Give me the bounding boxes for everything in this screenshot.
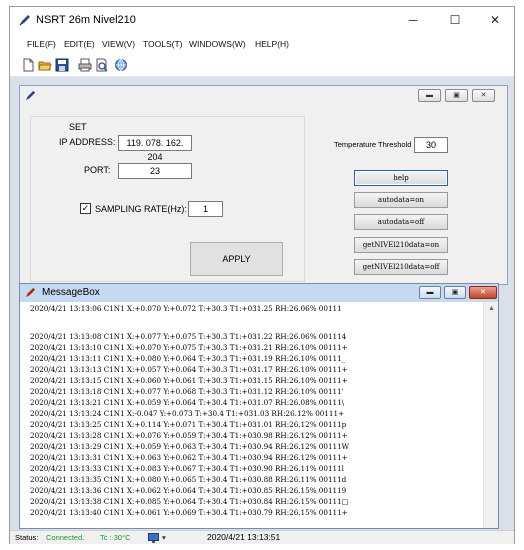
menu-view[interactable]: VIEW(V) bbox=[102, 39, 135, 49]
log-line: 2020/4/21 13:13:35 C1N1 X:+0.080 Y:+0.06… bbox=[30, 475, 347, 484]
apply-button[interactable]: APPLY bbox=[190, 242, 283, 276]
log-line: 2020/4/21 13:13:40 C1N1 X:+0.061 Y:+0.06… bbox=[30, 508, 348, 517]
message-log-scrollbar[interactable]: ▲ bbox=[483, 302, 498, 528]
log-line: 2020/4/21 13:13:13 C1N1 X:+0.057 Y:+0.06… bbox=[30, 365, 348, 374]
message-box-close-button[interactable]: ✕ bbox=[469, 286, 497, 299]
log-line: 2020/4/21 13:13:28 C1N1 X:+0.076 Y:+0.05… bbox=[30, 431, 348, 440]
log-line: 2020/4/21 13:13:33 C1N1 X:+0.083 Y:+0.06… bbox=[30, 464, 344, 473]
window-title: NSRT 26m Nivel210 bbox=[36, 14, 136, 26]
menu-help[interactable]: HELP(H) bbox=[255, 39, 289, 49]
menu-tools[interactable]: TOOLS(T) bbox=[143, 39, 183, 49]
log-line: 2020/4/21 13:13:29 C1N1 X:+0.059 Y:+0.06… bbox=[30, 442, 350, 451]
log-line: 2020/4/21 13:13:06 C1N1 X:+0.070 Y:+0.07… bbox=[30, 304, 342, 313]
minimize-button[interactable]: ─ bbox=[396, 9, 430, 31]
log-line: 2020/4/21 13:13:21 C1N1 X:+0.059 Y:+0.06… bbox=[30, 398, 345, 407]
print-icon[interactable] bbox=[78, 58, 92, 72]
message-log[interactable]: 2020/4/21 13:13:06 C1N1 X:+0.070 Y:+0.07… bbox=[20, 302, 483, 528]
log-line: 2020/4/21 13:13:18 C1N1 X:+0.077 Y:+0.06… bbox=[30, 387, 344, 396]
sampling-rate-input[interactable]: 1 bbox=[188, 201, 223, 217]
new-file-icon[interactable] bbox=[21, 58, 35, 72]
port-label: PORT: bbox=[84, 165, 111, 175]
log-line: 2020/4/21 13:13:15 C1N1 X:+0.060 Y:+0.06… bbox=[30, 376, 348, 385]
log-line: 2020/4/21 13:13:08 C1N1 X:+0.077 Y:+0.07… bbox=[30, 332, 347, 341]
help-button[interactable]: help bbox=[354, 170, 448, 186]
status-label: Status: bbox=[15, 533, 39, 542]
maximize-button[interactable]: ☐ bbox=[438, 9, 472, 31]
port-input[interactable]: 23 bbox=[118, 163, 192, 179]
ip-address-input[interactable]: 119. 078. 162. 204 bbox=[118, 135, 192, 162]
temperature-status: Tc : 30°C bbox=[100, 533, 131, 542]
app-window: NSRT 26m Nivel210 ─ ☐ ✕ FILE(F) EDIT(E) … bbox=[9, 6, 515, 544]
config-close-button[interactable]: ✕ bbox=[472, 89, 495, 102]
get-nivel-data-on-button[interactable]: getNIVEl210data=on bbox=[354, 237, 448, 253]
set-label: SET bbox=[69, 122, 87, 132]
pen-icon bbox=[25, 90, 36, 101]
menu-bar: FILE(F) EDIT(E) VIEW(V) TOOLS(T) WINDOWS… bbox=[10, 35, 514, 55]
log-line: 2020/4/21 13:13:36 C1N1 X:+0.062 Y:+0.06… bbox=[30, 486, 347, 495]
message-box-title-bar[interactable]: MessageBox ▬ ▣ ✕ bbox=[20, 284, 498, 302]
menu-edit[interactable]: EDIT(E) bbox=[64, 39, 95, 49]
config-window: ▬ ▣ ✕ SET IP ADDRESS: 119. 078. 162. 204… bbox=[19, 85, 508, 285]
config-title-bar[interactable]: ▬ ▣ ✕ bbox=[20, 86, 507, 106]
temperature-threshold-label: Temperature Threshold bbox=[334, 140, 412, 149]
log-line: 2020/4/21 13:13:38 C1N1 X:+0.085 Y:+0.06… bbox=[30, 497, 349, 506]
pen-icon bbox=[19, 15, 30, 26]
sampling-rate-checkbox[interactable]: ✓ bbox=[80, 203, 91, 214]
pen-icon bbox=[25, 287, 36, 298]
sampling-rate-label: SAMPLING RATE(Hz): bbox=[95, 204, 187, 214]
monitor-icon[interactable] bbox=[148, 533, 159, 543]
dropdown-arrow-icon[interactable]: ▾ bbox=[162, 533, 166, 542]
log-line: 2020/4/21 13:13:24 C1N1 X:-0.047 Y:+0.07… bbox=[30, 409, 345, 418]
open-folder-icon[interactable] bbox=[38, 58, 52, 72]
message-box-restore-button[interactable]: ▣ bbox=[444, 286, 466, 299]
menu-file[interactable]: FILE(F) bbox=[27, 39, 56, 49]
print-preview-icon[interactable] bbox=[95, 58, 109, 72]
globe-icon[interactable] bbox=[114, 58, 128, 72]
scroll-up-arrow-icon[interactable]: ▲ bbox=[488, 305, 495, 312]
toolbar bbox=[10, 55, 514, 77]
message-box-title: MessageBox bbox=[42, 287, 100, 298]
temperature-threshold-input[interactable]: 30 bbox=[414, 137, 448, 153]
status-datetime: 2020/4/21 13:13:51 bbox=[207, 532, 281, 542]
log-line: 2020/4/21 13:13:31 C1N1 X:+0.063 Y:+0.06… bbox=[30, 453, 348, 462]
menu-windows[interactable]: WINDOWS(W) bbox=[189, 39, 246, 49]
message-box-minimize-button[interactable]: ▬ bbox=[419, 286, 441, 299]
autodata-on-button[interactable]: autodata=on bbox=[354, 192, 448, 208]
close-button[interactable]: ✕ bbox=[478, 9, 512, 31]
ip-address-label: IP ADDRESS: bbox=[59, 137, 116, 147]
log-line: 2020/4/21 13:13:11 C1N1 X:+0.080 Y:+0.06… bbox=[30, 354, 346, 363]
connection-status: Connected. bbox=[46, 533, 85, 542]
title-bar[interactable]: NSRT 26m Nivel210 ─ ☐ ✕ bbox=[10, 7, 514, 34]
log-line: 2020/4/21 13:13:25 C1N1 X:+0.114 Y:+0.07… bbox=[30, 420, 347, 429]
log-line: 2020/4/21 13:13:10 C1N1 X:+0.070 Y:+0.07… bbox=[30, 343, 348, 352]
autodata-off-button[interactable]: autodata=off bbox=[354, 214, 448, 230]
config-minimize-button[interactable]: ▬ bbox=[418, 89, 441, 102]
status-bar: Status: Connected. Tc : 30°C ▾ 2020/4/21… bbox=[10, 530, 514, 544]
config-restore-button[interactable]: ▣ bbox=[445, 89, 468, 102]
save-icon[interactable] bbox=[55, 58, 69, 72]
get-nivel-data-off-button[interactable]: getNIVEl210data=off bbox=[354, 259, 448, 275]
message-box-window: MessageBox ▬ ▣ ✕ 2020/4/21 13:13:06 C1N1… bbox=[19, 283, 499, 529]
